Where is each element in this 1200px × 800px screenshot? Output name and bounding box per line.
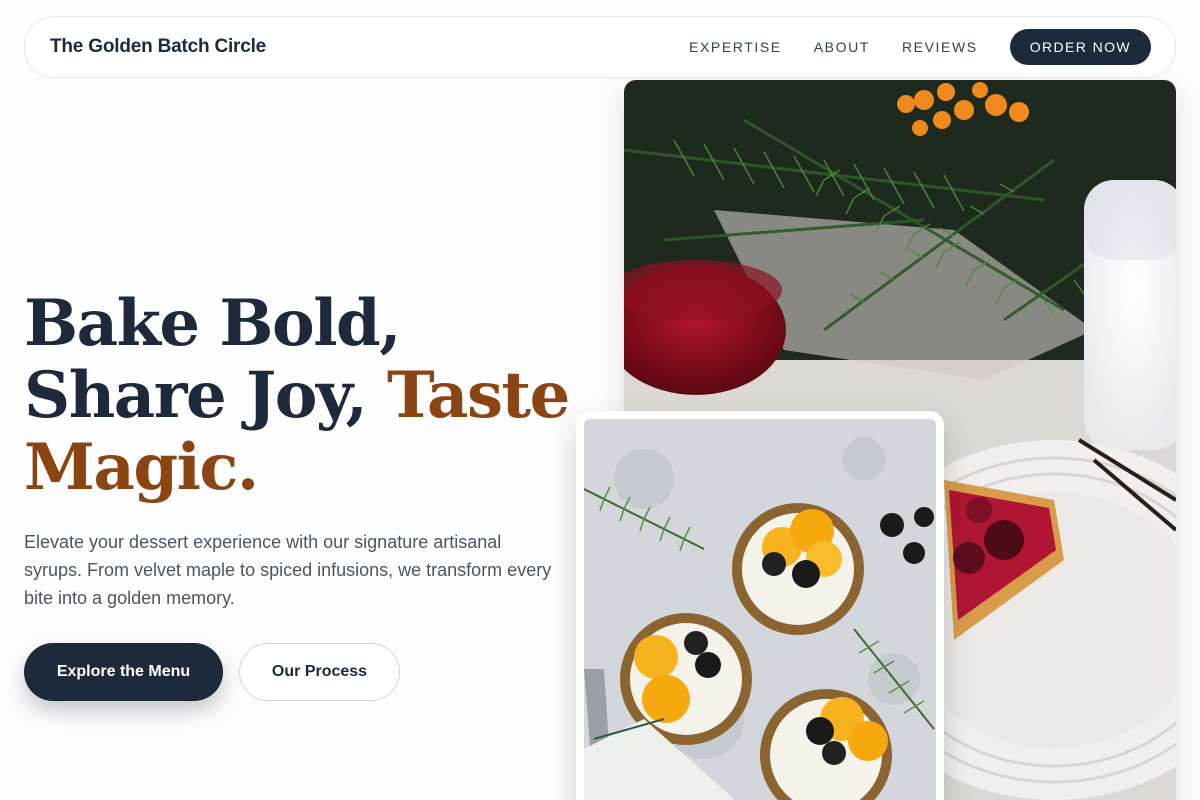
nav-link-expertise[interactable]: EXPERTISE [689, 39, 782, 55]
headline-accent-magic: Magic. [24, 430, 259, 505]
tarts-illustration [584, 419, 936, 800]
our-process-button[interactable]: Our Process [239, 643, 400, 701]
top-navigation: The Golden Batch Circle EXPERTISE ABOUT … [24, 16, 1176, 78]
nav-link-reviews[interactable]: REVIEWS [902, 39, 978, 55]
inset-photo-tarts [576, 411, 944, 800]
headline-accent-taste: Taste [387, 358, 570, 433]
nav-link-about[interactable]: ABOUT [814, 39, 870, 55]
headline-line-2: Share Joy, [24, 358, 388, 433]
order-now-button[interactable]: ORDER NOW [1009, 29, 1151, 65]
hero-headline: Bake Bold, Share Joy, Taste Magic. [24, 288, 584, 504]
brand-name[interactable]: The Golden Batch Circle [50, 36, 266, 58]
explore-menu-button[interactable]: Explore the Menu [24, 643, 223, 701]
headline-line-1: Bake Bold, [24, 286, 402, 361]
hero-subtext: Elevate your dessert experience with our… [24, 532, 552, 608]
nav-links: EXPERTISE ABOUT REVIEWS ORDER NOW [689, 29, 1151, 65]
